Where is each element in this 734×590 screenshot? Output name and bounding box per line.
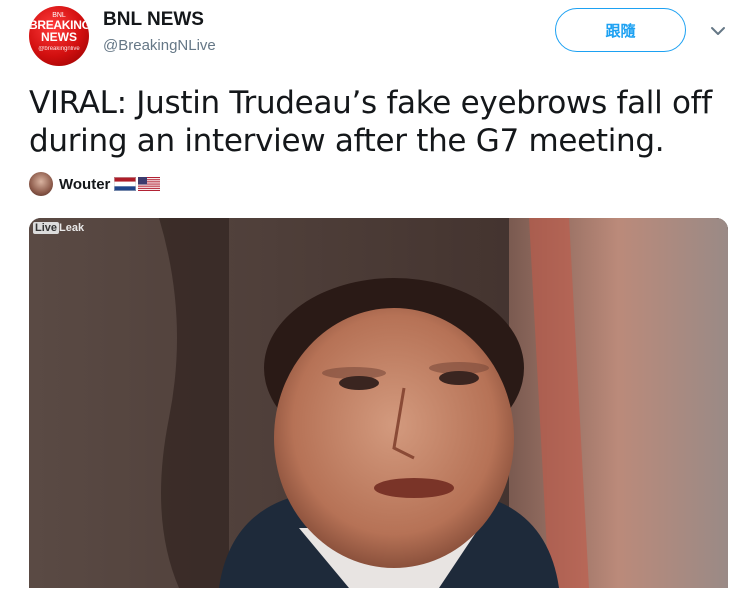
profile-avatar[interactable]: BNL BREAKING NEWS @breakingnlive (29, 6, 89, 66)
chevron-down-icon[interactable] (709, 22, 727, 40)
mention-avatar[interactable] (29, 172, 53, 196)
video-frame-illustration (29, 218, 728, 588)
usa-flag-icon (138, 177, 161, 191)
avatar-line2: NEWS (41, 30, 77, 44)
liveleak-watermark: Live Leak (33, 222, 84, 234)
account-display-name[interactable]: BNL NEWS (103, 9, 204, 31)
avatar-handle-text: @breakingnlive (38, 46, 80, 52)
watermark-leak: Leak (59, 222, 85, 234)
mention-row[interactable]: Wouter (29, 172, 161, 196)
watermark-live: Live (33, 222, 60, 234)
follow-button[interactable]: 跟隨 (555, 8, 686, 52)
tweet-media-video[interactable]: Live Leak (29, 218, 728, 588)
mention-name[interactable]: Wouter (59, 176, 110, 193)
account-screen-name[interactable]: @BreakingNLive (103, 37, 216, 54)
tweet-text: VIRAL: Justin Trudeau’s fake eyebrows fa… (29, 85, 712, 159)
netherlands-flag-icon (114, 177, 137, 191)
